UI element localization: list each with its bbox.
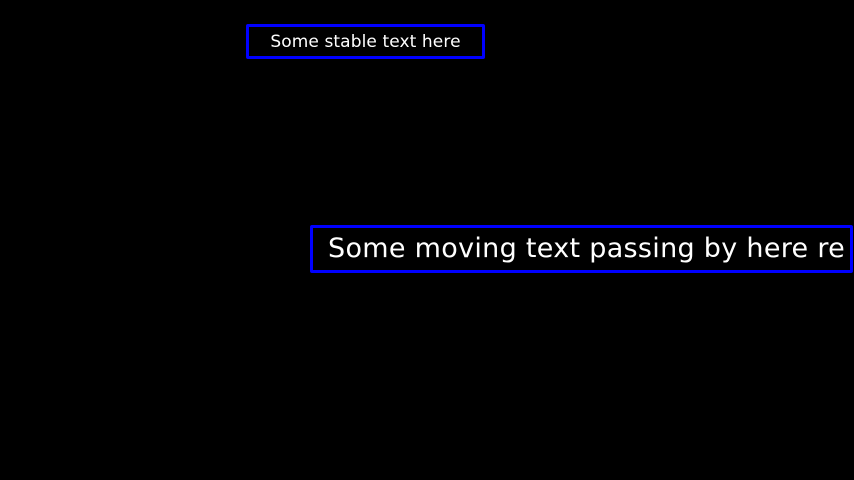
moving-text: Some moving text passing by here re xyxy=(328,233,846,264)
stable-text: Some stable text here xyxy=(270,31,461,52)
video-frame: Some stable text here Some moving text p… xyxy=(0,0,854,480)
stable-text-box: Some stable text here xyxy=(246,24,485,59)
moving-text-box: Some moving text passing by here re xyxy=(310,225,853,273)
